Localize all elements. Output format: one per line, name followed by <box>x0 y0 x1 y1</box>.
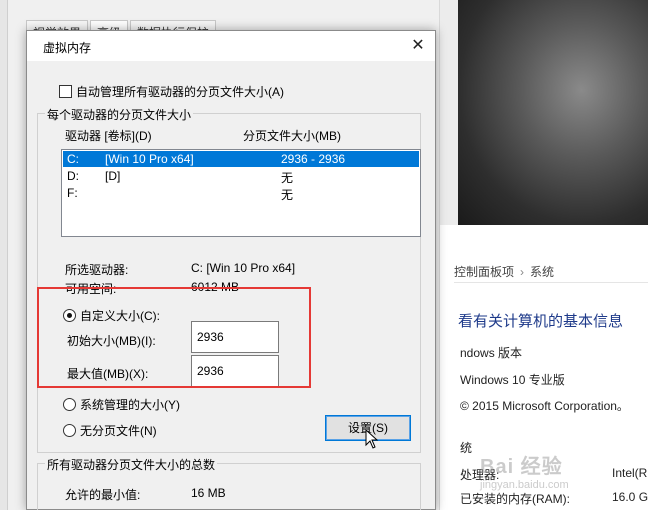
drive-list[interactable]: C: [Win 10 Pro x64] 2936 - 2936 D: [D] 无… <box>61 149 421 237</box>
min-allowed-label: 允许的最小值: <box>65 488 141 502</box>
watermark-sub: jingyan.baidu.com <box>480 479 569 491</box>
windows-edition: Windows 10 专业版 <box>460 373 565 387</box>
copyright-text: © 2015 Microsoft Corporation。 <box>460 399 629 413</box>
windows-version-label: ndows 版本 <box>460 346 523 360</box>
dialog-title: 虚拟内存 <box>43 41 92 55</box>
total-size-group-label: 所有驱动器分页文件大小的总数 <box>45 456 218 473</box>
drive-letter: F: <box>67 186 78 200</box>
photo-edge <box>440 0 458 225</box>
drive-list-header: 驱动器 [卷标](D) 分页文件大小(MB) <box>65 127 341 144</box>
breadcrumb-chevron-icon: › <box>520 265 525 279</box>
breadcrumb: 控制面板项 › 系统 <box>454 263 554 280</box>
close-icon: ✕ <box>411 37 425 54</box>
drive-page-size: 无 <box>281 188 294 202</box>
drive-volume-label: [D] <box>105 169 121 183</box>
ram-row: 已安装的内存(RAM): 16.0 GB <box>460 490 648 507</box>
virtual-memory-dialog: 虚拟内存 ✕ 自动管理所有驱动器的分页文件大小(A) 每个驱动器的分页文件大小 … <box>26 30 436 510</box>
drive-row-d[interactable]: D: [D] 无 <box>63 168 419 185</box>
selected-drive-label: 所选驱动器: <box>65 263 129 277</box>
system-section-label: 统 <box>460 441 473 455</box>
drive-row-f[interactable]: F: 无 <box>63 185 419 202</box>
per-drive-group-label: 每个驱动器的分页文件大小 <box>45 106 194 123</box>
auto-manage-label: 自动管理所有驱动器的分页文件大小(A) <box>76 85 284 99</box>
system-control-panel: 控制面板项 › 系统 看有关计算机的基本信息 ndows 版本 Windows 10… <box>440 0 648 510</box>
drive-letter: D: <box>67 169 79 183</box>
page-size-column-header: 分页文件大小(MB) <box>243 129 341 143</box>
close-button[interactable]: ✕ <box>409 37 427 55</box>
highlight-annotation <box>37 287 311 388</box>
drive-volume-label: [Win 10 Pro x64] <box>105 152 194 166</box>
auto-manage-row[interactable]: 自动管理所有驱动器的分页文件大小(A) <box>59 83 284 100</box>
dialog-titlebar[interactable]: 虚拟内存 ✕ <box>27 31 435 61</box>
drive-page-size: 2936 - 2936 <box>281 152 346 166</box>
page-heading: 看有关计算机的基本信息 <box>458 313 624 330</box>
window-edge <box>0 0 8 510</box>
desktop-photo <box>458 0 648 225</box>
no-paging-label: 无分页文件(N) <box>80 424 157 438</box>
baidu-watermark: Bai 经验 jingyan.baidu.com <box>480 450 569 491</box>
drive-row-c[interactable]: C: [Win 10 Pro x64] 2936 - 2936 <box>63 151 419 167</box>
drive-column-header: 驱动器 [卷标](D) <box>65 129 152 143</box>
no-paging-radio[interactable] <box>63 424 76 437</box>
mouse-cursor-icon <box>365 429 379 449</box>
system-managed-option[interactable]: 系统管理的大小(Y) <box>63 396 180 413</box>
selected-drive-value: C: [Win 10 Pro x64] <box>191 261 296 275</box>
ram-label: 已安装的内存(RAM): <box>460 492 570 506</box>
system-managed-label: 系统管理的大小(Y) <box>80 398 180 412</box>
system-managed-radio[interactable] <box>63 398 76 411</box>
breadcrumb-control-panel-items[interactable]: 控制面板项 <box>454 265 514 279</box>
min-allowed-value: 16 MB <box>191 486 226 500</box>
processor-value: Intel(R <box>612 466 648 480</box>
drive-letter: C: <box>67 152 79 166</box>
watermark-text: Bai 经验 <box>480 456 563 478</box>
ram-value: 16.0 GB <box>612 490 648 504</box>
breadcrumb-system[interactable]: 系统 <box>530 265 554 279</box>
no-paging-option[interactable]: 无分页文件(N) <box>63 422 157 439</box>
auto-manage-checkbox[interactable] <box>59 85 72 98</box>
divider <box>454 282 648 283</box>
drive-page-size: 无 <box>281 171 294 185</box>
